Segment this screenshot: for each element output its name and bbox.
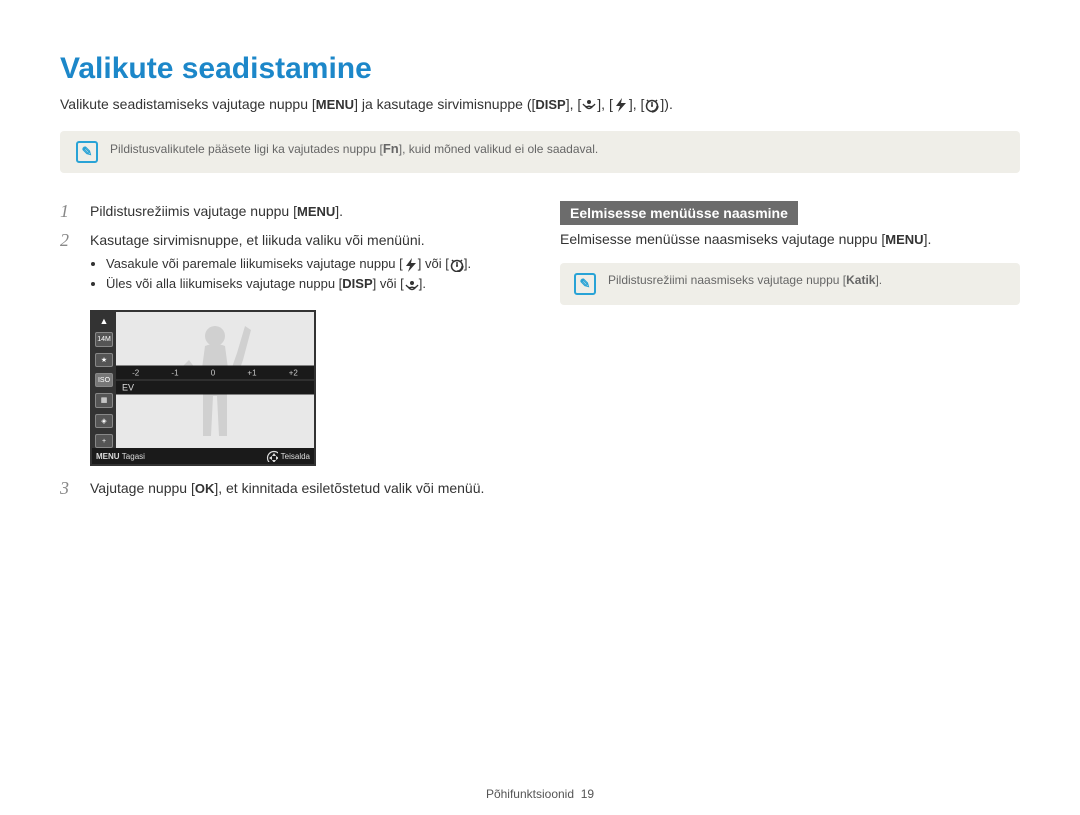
right-column: Eelmisesse menüüsse naasmine Eelmisesse …	[560, 201, 1020, 507]
disp-icon: DISP	[535, 97, 565, 112]
side-icon: ★	[95, 353, 113, 367]
note-text: Pildistusrežiimi naasmiseks vajutage nup…	[608, 273, 882, 287]
side-icon: +	[95, 434, 113, 448]
side-icon: 14M	[95, 332, 113, 346]
camera-screenshot: ▲ 14M ★ ISO ▦ ◈ +	[90, 310, 316, 466]
page-footer: Põhifunktsioonid 19	[0, 787, 1080, 801]
note-box-right: ✎ Pildistusrežiimi naasmiseks vajutage n…	[560, 263, 1020, 305]
info-icon: ✎	[574, 273, 596, 295]
left-column: 1 Pildistusrežiimis vajutage nuppu [MENU…	[60, 201, 520, 507]
macro-icon	[404, 278, 419, 293]
step-number: 3	[60, 478, 78, 499]
section-header: Eelmisesse menüüsse naasmine	[560, 201, 798, 225]
step-number: 1	[60, 201, 78, 222]
move-label: Teisalda	[281, 452, 310, 461]
menu-icon: MENU	[885, 232, 923, 247]
flash-icon	[613, 97, 629, 113]
timer-icon	[644, 97, 660, 113]
nav-icon	[266, 450, 278, 462]
right-text: Eelmisesse menüüsse naasmiseks vajutage …	[560, 231, 1020, 247]
page-title: Valikute seadistamine	[60, 52, 1020, 86]
timer-icon	[449, 257, 464, 272]
ev-scale-bar: -2 -1 0 +1 +2	[116, 366, 314, 380]
flash-icon	[403, 257, 418, 272]
step-3: 3 Vajutage nuppu [OK], et kinnitada esil…	[60, 478, 520, 499]
ok-icon: OK	[195, 481, 215, 496]
step-1: 1 Pildistusrežiimis vajutage nuppu [MENU…	[60, 201, 520, 222]
side-icon: ▦	[95, 393, 113, 407]
back-label: Tagasi	[122, 452, 145, 461]
step-2: 2 Kasutage sirvimisnuppe, et liikuda val…	[60, 230, 520, 302]
fn-icon: Fn	[383, 141, 399, 156]
info-icon: ✎	[76, 141, 98, 163]
step-number: 2	[60, 230, 78, 302]
camera-footer: MENU Tagasi Teisalda	[92, 448, 314, 464]
bullet: Vasakule või paremale liikumiseks vajuta…	[106, 255, 520, 274]
macro-icon	[581, 97, 597, 113]
shutter-label: Katik	[846, 273, 875, 287]
note-text: Pildistusvalikutele pääsete ligi ka vaju…	[110, 141, 598, 156]
note-box-top: ✎ Pildistusvalikutele pääsete ligi ka va…	[60, 131, 1020, 173]
bullet: Üles või alla liikumiseks vajutage nuppu…	[106, 275, 520, 294]
intro-text: Valikute seadistamiseks vajutage nuppu […	[60, 96, 1020, 113]
disp-icon: DISP	[342, 276, 372, 291]
menu-icon: MENU	[297, 204, 335, 219]
menu-icon: MENU	[316, 97, 354, 112]
side-icon: ISO	[95, 373, 113, 387]
side-icon: ◈	[95, 414, 113, 428]
camera-sidebar: ▲ 14M ★ ISO ▦ ◈ +	[92, 312, 116, 448]
menu-icon: MENU	[96, 452, 120, 461]
ev-label: EV	[116, 380, 314, 395]
